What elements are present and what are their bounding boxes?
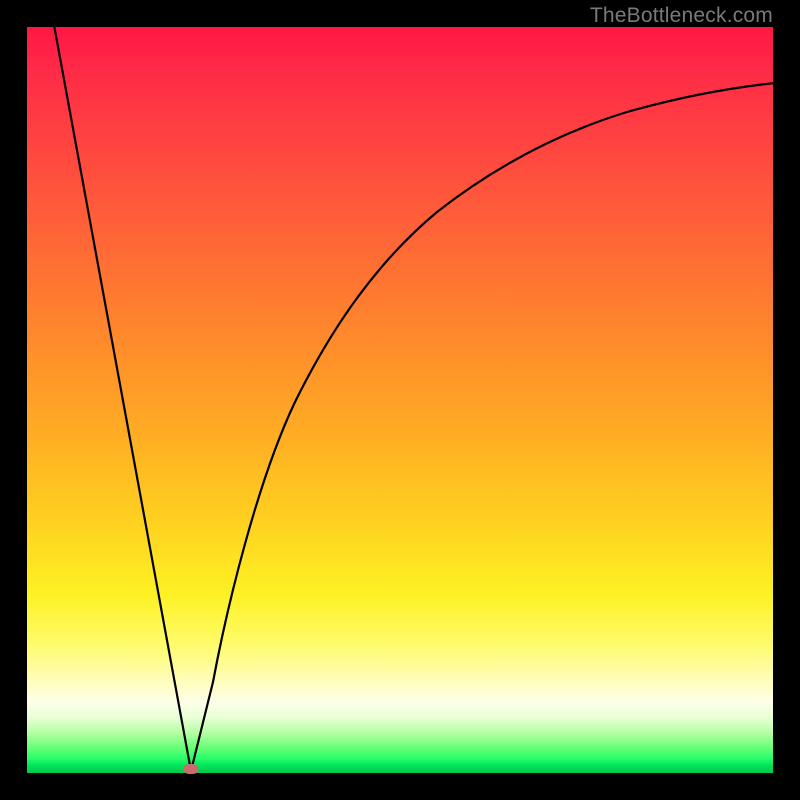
plot-area xyxy=(27,27,773,773)
optimal-point-marker xyxy=(184,764,199,774)
chart-frame: TheBottleneck.com xyxy=(0,0,800,800)
bottleneck-curve xyxy=(27,27,773,773)
attribution-text: TheBottleneck.com xyxy=(590,4,773,28)
bottleneck-curve-path xyxy=(54,27,773,771)
